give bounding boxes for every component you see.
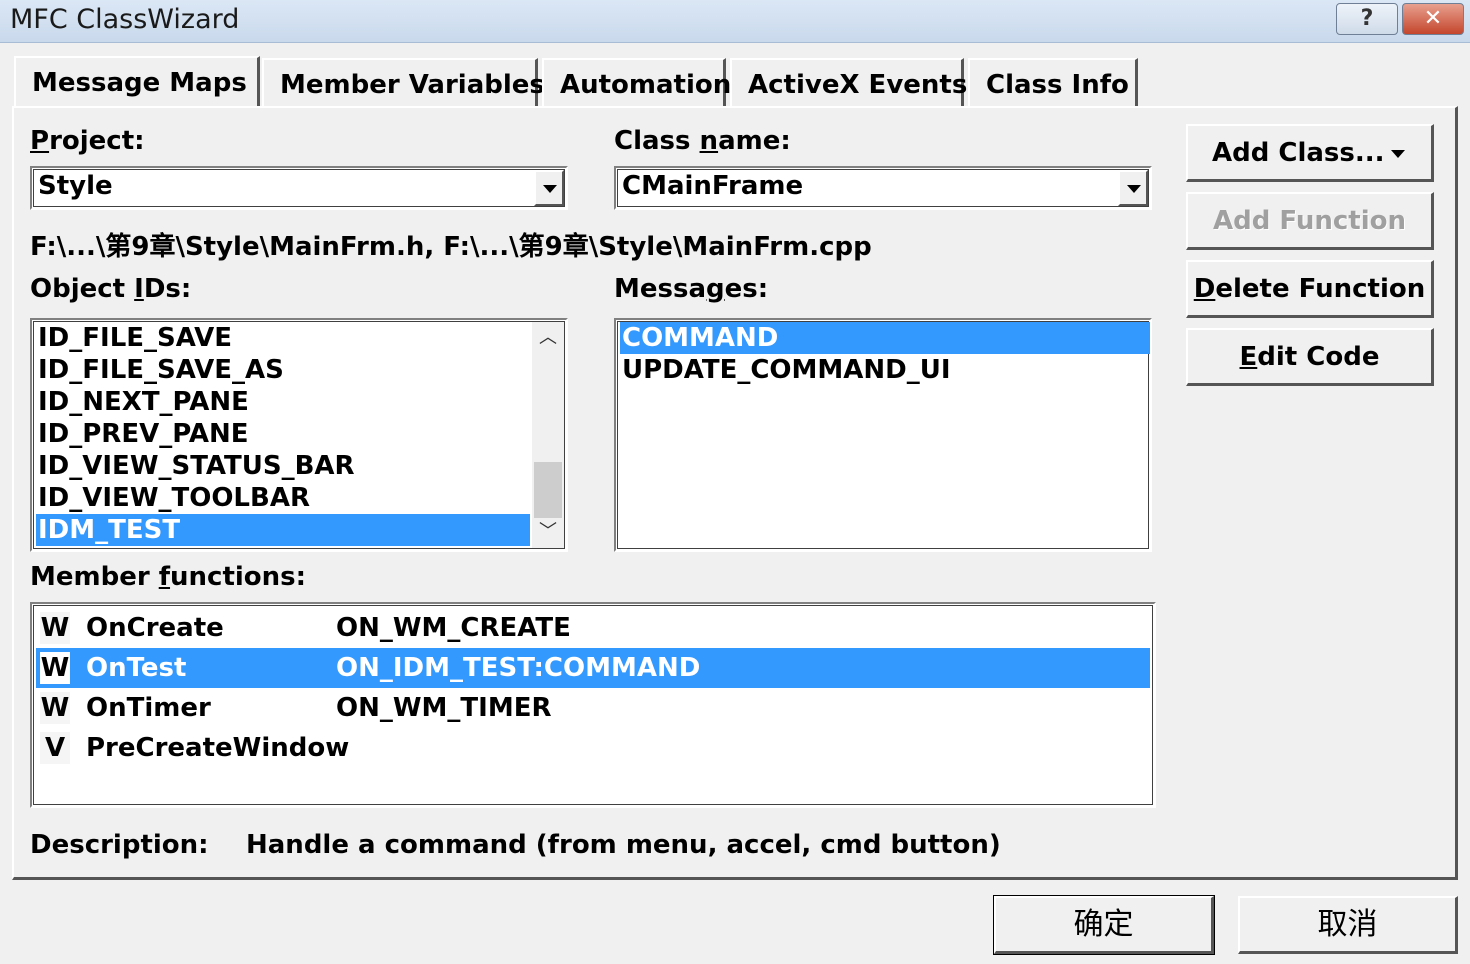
delete-function-mnemonic: D xyxy=(1193,274,1216,304)
window-title: MFC ClassWizard xyxy=(10,4,240,35)
file-path-text: F:\...\第9章\Style\MainFrm.h, F:\...\第9章\S… xyxy=(30,232,872,262)
add-function-button[interactable]: Add Function xyxy=(1186,192,1434,250)
scroll-up-icon[interactable]: ︿ xyxy=(532,322,564,354)
edit-code-mnemonic: E xyxy=(1239,342,1258,372)
function-name: OnCreate xyxy=(86,613,224,643)
list-item[interactable]: ID_VIEW_STATUS_BAR xyxy=(36,450,530,482)
member-functions-list[interactable]: W OnCreate ON_WM_CREATE W OnTest ON_IDM_… xyxy=(30,602,1156,808)
object-ids-label: Object IDs: xyxy=(30,274,192,304)
member-functions-label: Member functions: xyxy=(30,562,307,592)
list-item[interactable]: ID_FILE_SAVE xyxy=(36,322,530,354)
table-row-selected[interactable]: W OnTest ON_IDM_TEST:COMMAND xyxy=(36,648,1150,688)
message-map-entry: ON_WM_CREATE xyxy=(336,613,571,643)
virtual-function-icon: V xyxy=(40,732,70,764)
title-bar: MFC ClassWizard ? ✕ xyxy=(0,0,1470,43)
list-item[interactable]: ID_VIEW_TOOLBAR xyxy=(36,482,530,514)
tab-member-variables[interactable]: Member Variables xyxy=(262,58,545,106)
edit-code-label: dit Code xyxy=(1257,342,1380,372)
add-class-button[interactable]: Add Class... xyxy=(1186,124,1434,182)
close-button[interactable]: ✕ xyxy=(1402,3,1464,35)
edit-code-button[interactable]: Edit Code xyxy=(1186,328,1434,386)
function-name: OnTest xyxy=(86,653,187,683)
list-item-selected[interactable]: IDM_TEST xyxy=(36,514,530,546)
description-label: Description: xyxy=(30,830,209,860)
table-row[interactable]: W OnCreate ON_WM_CREATE xyxy=(36,608,1150,648)
project-label: Project: xyxy=(30,126,145,156)
cancel-button[interactable]: 取消 xyxy=(1238,896,1458,954)
project-combo[interactable]: Style xyxy=(30,166,568,210)
tab-activex-events[interactable]: ActiveX Events xyxy=(730,58,967,106)
windows-message-icon: W xyxy=(40,612,70,644)
class-name-value: CMainFrame xyxy=(622,171,804,201)
description-text: Handle a command (from menu, accel, cmd … xyxy=(246,830,1001,860)
list-item-selected[interactable]: COMMAND xyxy=(620,322,1150,354)
scroll-down-icon[interactable]: ﹀ xyxy=(532,516,564,548)
object-ids-scrollbar[interactable]: ︿ ﹀ xyxy=(532,322,564,548)
close-icon: ✕ xyxy=(1423,6,1443,31)
add-function-label: Add Function xyxy=(1212,206,1406,236)
project-value: Style xyxy=(38,171,113,201)
message-map-entry: ON_WM_TIMER xyxy=(336,693,552,723)
object-ids-list[interactable]: ID_FILE_SAVE ID_FILE_SAVE_AS ID_NEXT_PAN… xyxy=(30,318,568,552)
chevron-down-icon[interactable] xyxy=(534,170,564,206)
list-item[interactable]: ID_PREV_PANE xyxy=(36,418,530,450)
list-item[interactable]: ID_FILE_SAVE_AS xyxy=(36,354,530,386)
function-name: OnTimer xyxy=(86,693,211,723)
table-row[interactable]: W OnTimer ON_WM_TIMER xyxy=(36,688,1150,728)
help-icon: ? xyxy=(1360,6,1374,31)
messages-list[interactable]: COMMAND UPDATE_COMMAND_UI xyxy=(614,318,1152,552)
ok-button[interactable]: 确定 xyxy=(993,895,1215,955)
windows-message-icon: W xyxy=(40,692,70,724)
chevron-down-icon[interactable] xyxy=(1118,170,1148,206)
tab-automation[interactable]: Automation xyxy=(542,58,731,106)
class-name-label: Class name: xyxy=(614,126,791,156)
dropdown-arrow-icon xyxy=(1391,150,1405,158)
add-class-label: Add Class... xyxy=(1212,138,1385,168)
message-map-entry: ON_IDM_TEST:COMMAND xyxy=(336,653,701,683)
help-button[interactable]: ? xyxy=(1336,3,1398,35)
tab-class-info[interactable]: Class Info xyxy=(968,58,1138,106)
windows-message-icon: W xyxy=(40,652,70,684)
scroll-thumb[interactable] xyxy=(534,462,562,518)
table-row[interactable]: V PreCreateWindow xyxy=(36,728,1150,768)
tab-message-maps[interactable]: Message Maps xyxy=(14,56,260,108)
delete-function-label: elete Function xyxy=(1215,274,1426,304)
delete-function-button[interactable]: Delete Function xyxy=(1186,260,1434,318)
class-name-combo[interactable]: CMainFrame xyxy=(614,166,1152,210)
list-item[interactable]: ID_NEXT_PANE xyxy=(36,386,530,418)
messages-label: Messages: xyxy=(614,274,769,304)
list-item[interactable]: UPDATE_COMMAND_UI xyxy=(620,354,1150,386)
function-name: PreCreateWindow xyxy=(86,733,350,763)
